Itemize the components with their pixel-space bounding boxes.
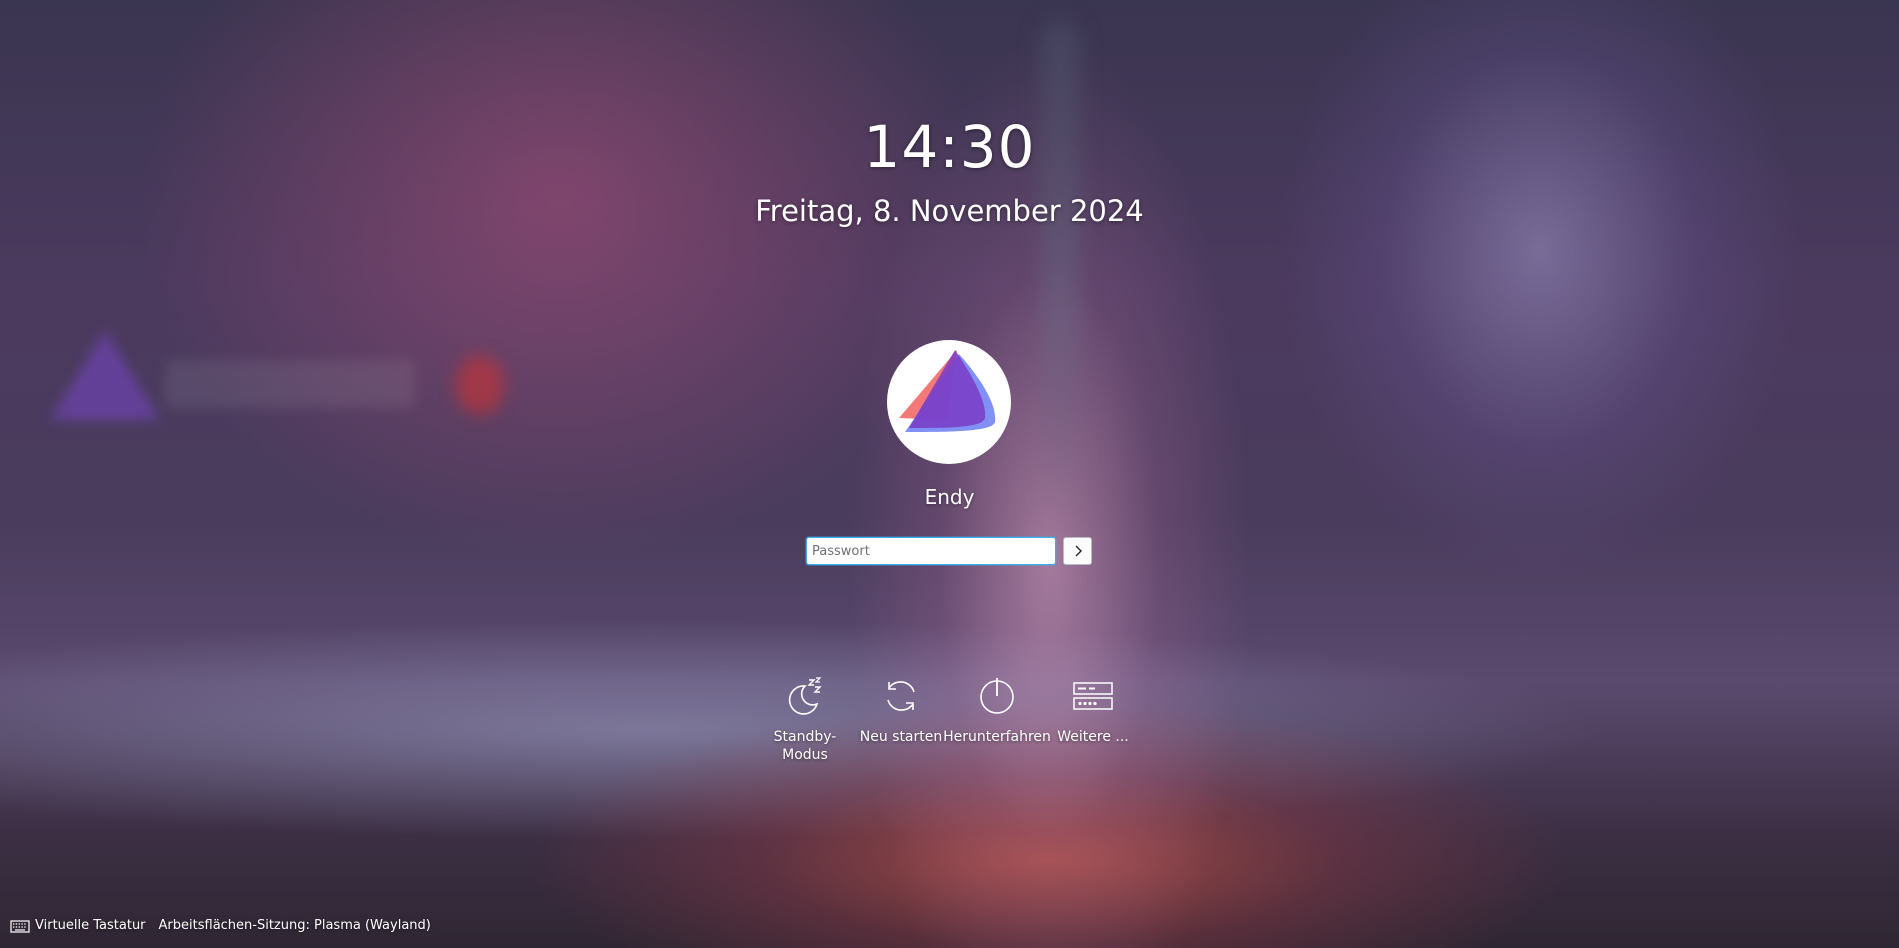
keyboard-icon — [10, 920, 30, 933]
background-red-dot — [455, 355, 505, 415]
background-wordmark — [165, 360, 415, 408]
chevron-right-icon — [1075, 545, 1082, 557]
lock-screen: 14:30 Freitag, 8. November 2024 Endy Sta… — [0, 0, 1899, 948]
sleep-moon-icon — [788, 677, 822, 715]
standby-label: Standby-Modus — [773, 729, 837, 763]
power-icon — [980, 678, 1014, 714]
standby-button[interactable]: Standby-Modus — [750, 676, 860, 764]
background-rocket — [1040, 20, 1080, 520]
shutdown-label: Herunterfahren — [943, 729, 1051, 745]
restart-icon — [887, 681, 915, 711]
virtual-keyboard-button[interactable]: Virtuelle Tastatur — [10, 917, 146, 935]
user-avatar[interactable] — [887, 340, 1011, 464]
background-logo-shape — [50, 330, 160, 420]
switch-session-icon — [1073, 682, 1113, 710]
more-sessions-label: Weitere ... — [1057, 729, 1129, 745]
session-selector[interactable]: Arbeitsflächen-Sitzung: Plasma (Wayland) — [159, 917, 431, 935]
clock-time: 14:30 — [863, 113, 1036, 181]
clock-date: Freitag, 8. November 2024 — [755, 194, 1144, 228]
password-input[interactable] — [807, 538, 1055, 564]
user-name: Endy — [924, 485, 975, 509]
virtual-keyboard-label: Virtuelle Tastatur — [35, 918, 146, 933]
bottom-bar: Virtuelle Tastatur Arbeitsflächen-Sitzun… — [10, 917, 431, 935]
restart-label: Neu starten — [859, 729, 943, 745]
triangle-logo-icon — [899, 350, 996, 432]
more-sessions-button[interactable]: Weitere ... — [1038, 676, 1148, 746]
password-field[interactable] — [806, 537, 1056, 565]
restart-button[interactable]: Neu starten — [846, 676, 956, 746]
login-submit-button[interactable] — [1063, 537, 1092, 565]
shutdown-button[interactable]: Herunterfahren — [942, 676, 1052, 746]
